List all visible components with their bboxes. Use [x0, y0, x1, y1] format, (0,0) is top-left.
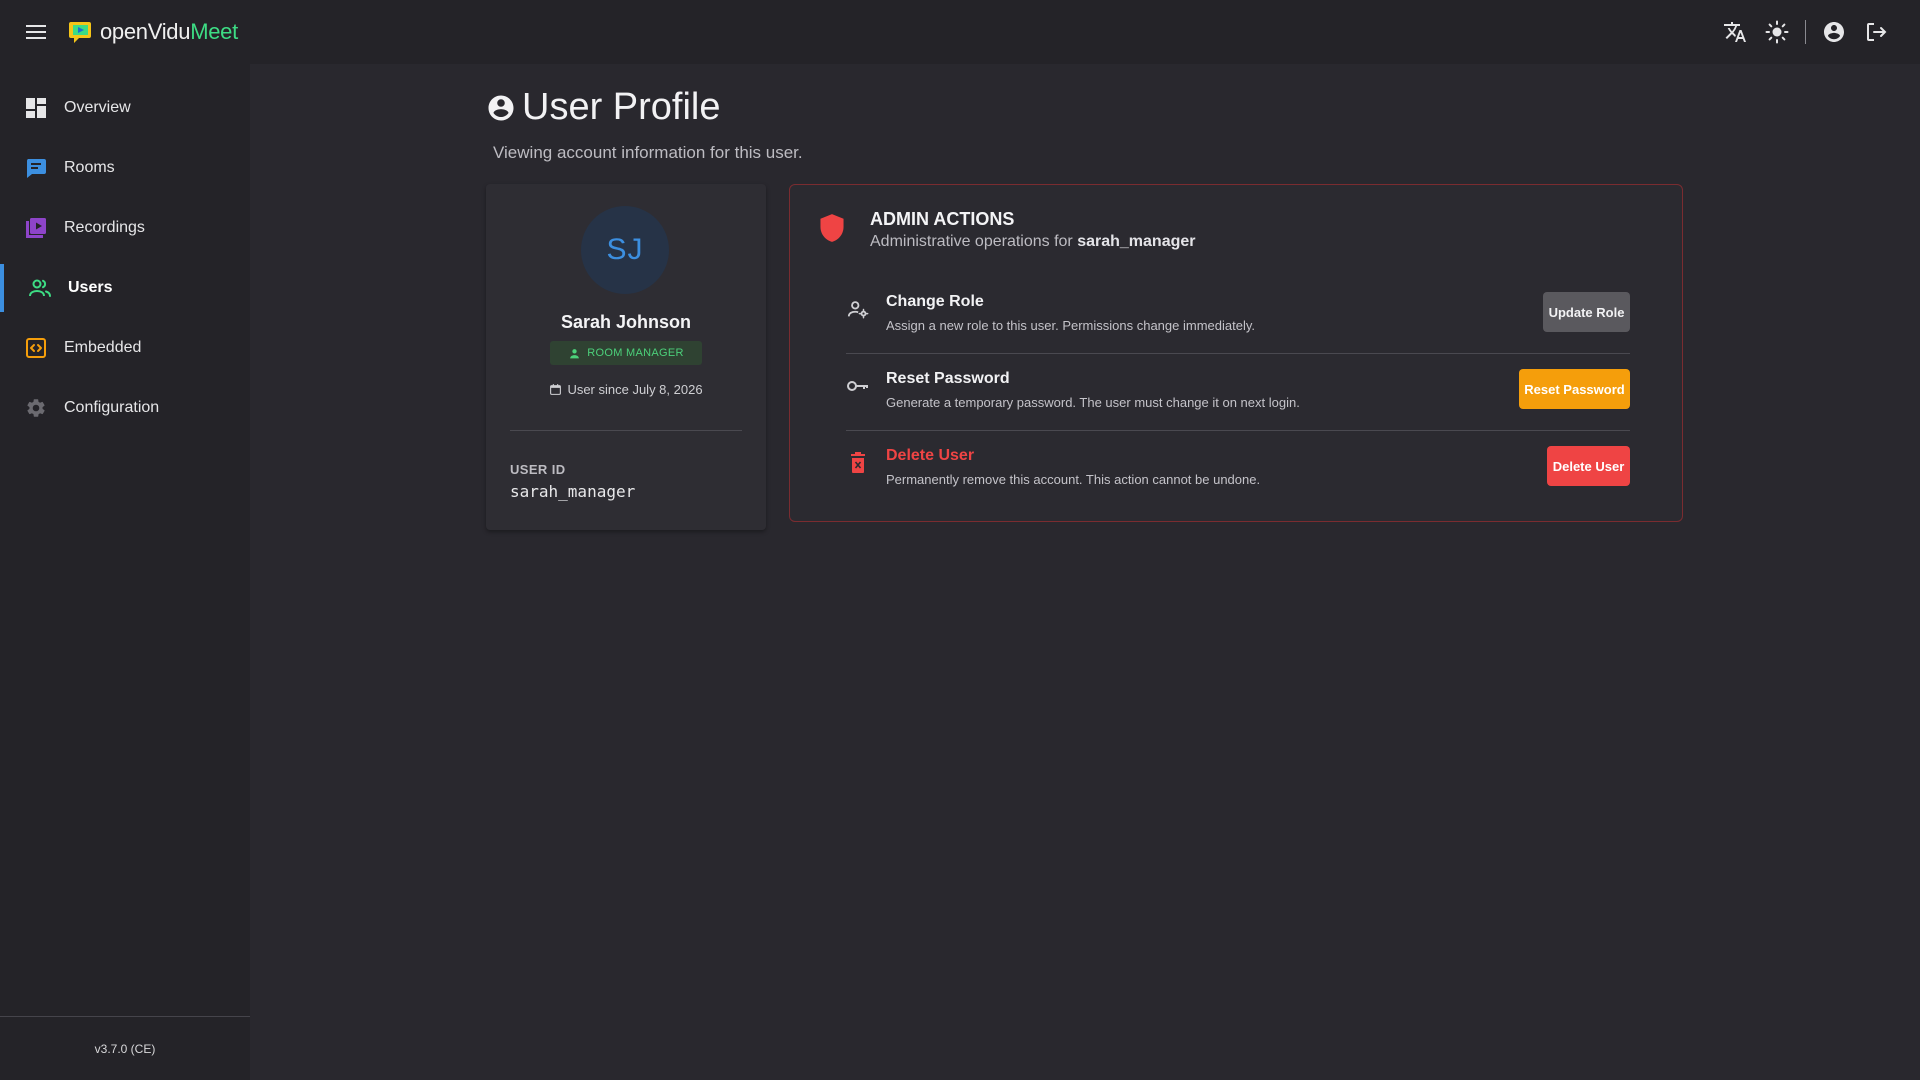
manage-accounts-icon [846, 297, 870, 321]
action-description: Generate a temporary password. The user … [886, 395, 1300, 410]
action-description: Assign a new role to this user. Permissi… [886, 318, 1255, 333]
divider [510, 430, 742, 431]
app-logo[interactable]: openViduMeet [68, 19, 238, 45]
update-role-button[interactable]: Update Role [1543, 292, 1630, 332]
role-badge: ROOM MANAGER [550, 341, 702, 365]
profile-card: SJ Sarah Johnson ROOM MANAGER User since… [486, 184, 766, 530]
logo-text: openViduMeet [100, 19, 238, 44]
version-label: v3.7.0 (CE) [0, 1016, 250, 1080]
user-full-name: Sarah Johnson [560, 312, 692, 332]
account-circle-icon[interactable] [1820, 18, 1848, 46]
sidebar-item-label: Configuration [64, 399, 160, 416]
account-circle-icon [488, 95, 514, 120]
page-subtitle: Viewing account information for this use… [493, 143, 803, 162]
delete-user-button[interactable]: Delete User [1547, 446, 1630, 486]
top-bar: openViduMeet [0, 0, 1920, 64]
sidebar-item-label: Users [68, 279, 113, 296]
action-change-role: Change Role Assign a new role to this us… [846, 277, 1630, 354]
action-description: Permanently remove this account. This ac… [886, 472, 1261, 487]
action-title: Delete User [886, 447, 975, 464]
sidebar-nav: Overview Rooms Recordings Users Embedded [0, 64, 250, 438]
logo-mark-icon [69, 22, 91, 43]
chat-icon [24, 156, 48, 180]
admin-actions-title: ADMIN ACTIONS [870, 209, 1015, 229]
sidebar-item-label: Rooms [64, 159, 115, 176]
sidebar: Overview Rooms Recordings Users Embedded [0, 64, 250, 1080]
action-title: Reset Password [886, 370, 1010, 387]
sidebar-item-label: Recordings [64, 219, 145, 236]
code-icon [24, 336, 48, 360]
sidebar-item-configuration[interactable]: Configuration [0, 378, 250, 438]
page-title-text: User Profile [522, 86, 721, 128]
settings-icon [24, 396, 48, 420]
sidebar-item-embedded[interactable]: Embedded [0, 318, 250, 378]
sidebar-item-overview[interactable]: Overview [0, 78, 250, 138]
page-title: User Profile [486, 86, 721, 129]
person-icon [570, 348, 580, 358]
theme-light-icon[interactable] [1763, 18, 1791, 46]
calendar-icon [550, 384, 562, 395]
admin-target-user: sarah_manager [1077, 233, 1196, 250]
user-id-value: sarah_manager [510, 482, 636, 501]
key-icon [846, 374, 870, 398]
sidebar-item-label: Embedded [64, 339, 142, 356]
sidebar-item-label: Overview [64, 99, 131, 116]
sidebar-item-users[interactable]: Users [0, 258, 250, 318]
admin-actions-card: ADMIN ACTIONS Administrative operations … [789, 184, 1683, 522]
menu-icon[interactable] [14, 10, 58, 54]
user-id-label: USER ID [510, 462, 566, 477]
member-since: User since July 8, 2026 [486, 382, 766, 397]
reset-password-button[interactable]: Reset Password [1519, 369, 1630, 409]
group-icon [28, 276, 52, 300]
translate-icon[interactable] [1721, 18, 1749, 46]
toolbar-divider [1805, 20, 1806, 44]
member-since-text: User since July 8, 2026 [567, 382, 703, 397]
action-delete-user: Delete User Permanently remove this acco… [846, 431, 1630, 508]
dashboard-icon [24, 96, 48, 120]
sidebar-item-recordings[interactable]: Recordings [0, 198, 250, 258]
admin-actions-subtitle: Administrative operations for sarah_mana… [870, 233, 1196, 250]
action-title: Change Role [886, 293, 984, 310]
action-reset-password: Reset Password Generate a temporary pass… [846, 354, 1630, 431]
video-library-icon [24, 216, 48, 240]
delete-icon [846, 451, 870, 475]
logout-icon[interactable] [1862, 18, 1890, 46]
avatar: SJ [581, 206, 669, 294]
shield-icon [820, 214, 844, 242]
sidebar-item-rooms[interactable]: Rooms [0, 138, 250, 198]
role-badge-label: ROOM MANAGER [587, 347, 684, 359]
